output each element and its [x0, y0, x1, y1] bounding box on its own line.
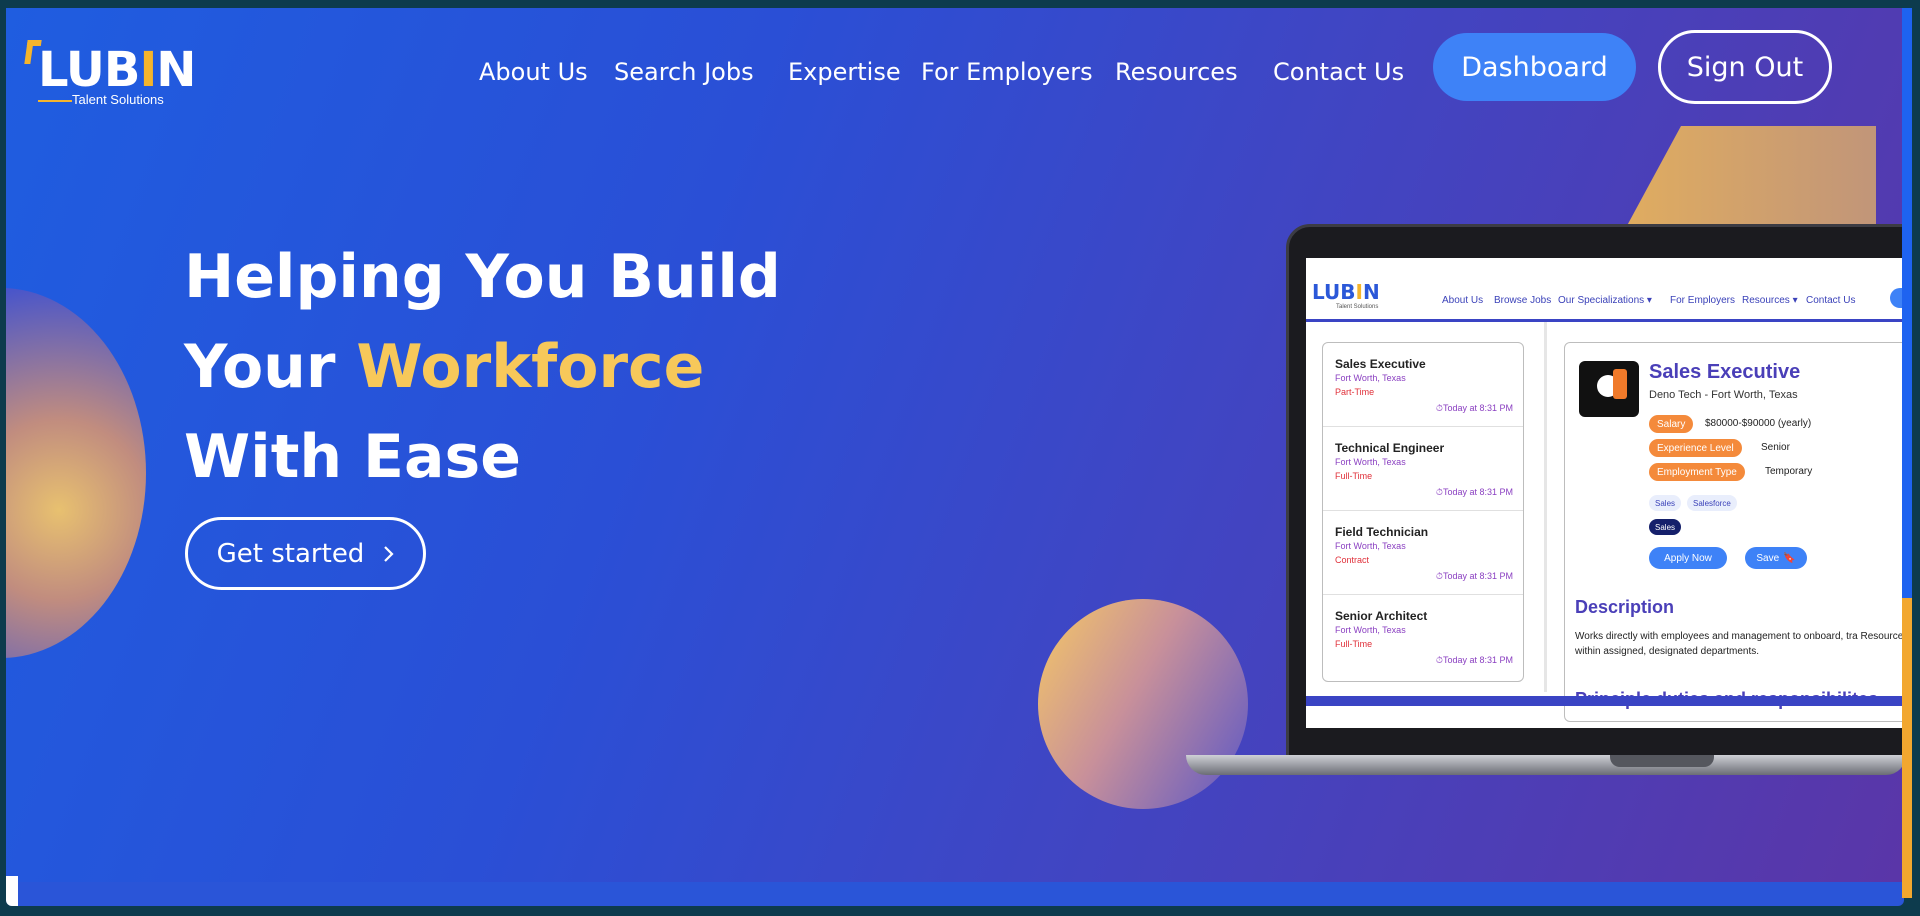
preview-nav-resources: Resources ▾	[1742, 295, 1798, 306]
preview-navbar: LUBIN Talent Solutions About Us Browse J…	[1306, 258, 1904, 322]
scrollbar[interactable]	[1902, 8, 1912, 898]
headline-accent: Workforce	[356, 332, 705, 402]
preview-job-item: Sales Executive Fort Worth, Texas Part-T…	[1323, 343, 1523, 427]
headline-line-3: With Ease	[184, 422, 521, 492]
experience-value: Senior	[1761, 442, 1790, 453]
preview-nav-browse: Browse Jobs	[1494, 295, 1552, 306]
clock-icon: ⏱Today at 8:31 PM	[1435, 571, 1513, 581]
sign-out-button[interactable]: Sign Out	[1658, 30, 1832, 104]
preview-apply-button: Apply Now	[1649, 547, 1727, 569]
preview-footer-bar	[1306, 696, 1904, 706]
preview-nav-about: About Us	[1442, 295, 1484, 306]
hero-bottom-strip	[6, 882, 1904, 906]
scrollbar-thumb[interactable]	[1902, 598, 1912, 898]
preview-job-item: Technical Engineer Fort Worth, Texas Ful…	[1323, 427, 1523, 511]
skill-tag: Salesforce	[1687, 495, 1737, 511]
headline-line-1: Helping You Build	[184, 242, 781, 312]
bookmark-icon: 🔖	[1783, 552, 1796, 564]
preview-save-button: Save 🔖	[1745, 547, 1807, 569]
preview-nav-specializations: Our Specializations ▾	[1558, 295, 1652, 306]
preview-job-detail: Sales Executive Deno Tech - Fort Worth, …	[1564, 342, 1904, 722]
get-started-button[interactable]: Get started	[185, 517, 426, 590]
preview-nav-contact: Contact Us	[1806, 295, 1856, 306]
salary-pill: Salary	[1649, 415, 1694, 433]
nav-search-jobs[interactable]: Search Jobs	[614, 58, 754, 86]
logo-underline	[38, 100, 72, 102]
decorative-blob-left	[6, 288, 146, 658]
logo-wordmark: LUBIN	[38, 42, 196, 98]
preview-detail-title: Sales Executive	[1649, 361, 1801, 383]
preview-detail-company: Deno Tech - Fort Worth, Texas	[1649, 389, 1798, 401]
decorative-circle	[1038, 599, 1248, 809]
nav-about-us[interactable]: About Us	[479, 58, 588, 86]
dashboard-button[interactable]: Dashboard	[1433, 33, 1636, 101]
employment-pill: Employment Type	[1649, 463, 1745, 481]
employment-value: Temporary	[1765, 466, 1813, 477]
salary-value: $80000-$90000 (yearly)	[1705, 418, 1812, 429]
experience-pill: Experience Level	[1649, 439, 1742, 457]
clock-icon: ⏱Today at 8:31 PM	[1435, 655, 1513, 665]
preview-description-text: Works directly with employees and manage…	[1575, 631, 1904, 657]
laptop-base	[1186, 755, 1904, 775]
nav-for-employers[interactable]: For Employers	[921, 58, 1093, 86]
headline-line-2: Your Workforce	[184, 332, 705, 402]
preview-job-item: Field Technician Fort Worth, Texas Contr…	[1323, 511, 1523, 595]
preview-logo-tagline: Talent Solutions	[1336, 304, 1379, 310]
hero-headline: Helping You Build Your Workforce With Ea…	[184, 232, 781, 502]
nav-contact-us[interactable]: Contact Us	[1273, 58, 1404, 86]
chevron-right-icon	[384, 545, 394, 562]
preview-description-heading: Description	[1575, 597, 1675, 617]
preview-job-item: Senior Architect Fort Worth, Texas Full-…	[1335, 609, 1513, 665]
laptop-preview: LUBIN Talent Solutions About Us Browse J…	[1306, 258, 1904, 728]
preview-logo: LUBIN	[1312, 280, 1380, 304]
laptop-notch	[1610, 755, 1714, 767]
preview-divider	[1544, 322, 1547, 692]
category-tag: Sales	[1649, 519, 1682, 535]
clock-icon: ⏱Today at 8:31 PM	[1435, 403, 1513, 413]
left-edge-marker	[6, 876, 18, 906]
logo-tagline: Talent Solutions	[72, 92, 164, 107]
company-logo	[1579, 361, 1639, 417]
clock-icon: ⏱Today at 8:31 PM	[1435, 487, 1513, 497]
preview-job-list: Sales Executive Fort Worth, Texas Part-T…	[1322, 342, 1524, 682]
hero-section: LUBIN Talent Solutions About Us Search J…	[6, 8, 1904, 882]
brand-logo[interactable]: LUBIN Talent Solutions	[20, 34, 196, 110]
nav-expertise[interactable]: Expertise	[788, 58, 901, 86]
nav-resources[interactable]: Resources	[1115, 58, 1238, 86]
preview-nav-employers: For Employers	[1670, 295, 1736, 306]
get-started-label: Get started	[216, 538, 365, 569]
skill-tag: Sales	[1649, 495, 1682, 511]
